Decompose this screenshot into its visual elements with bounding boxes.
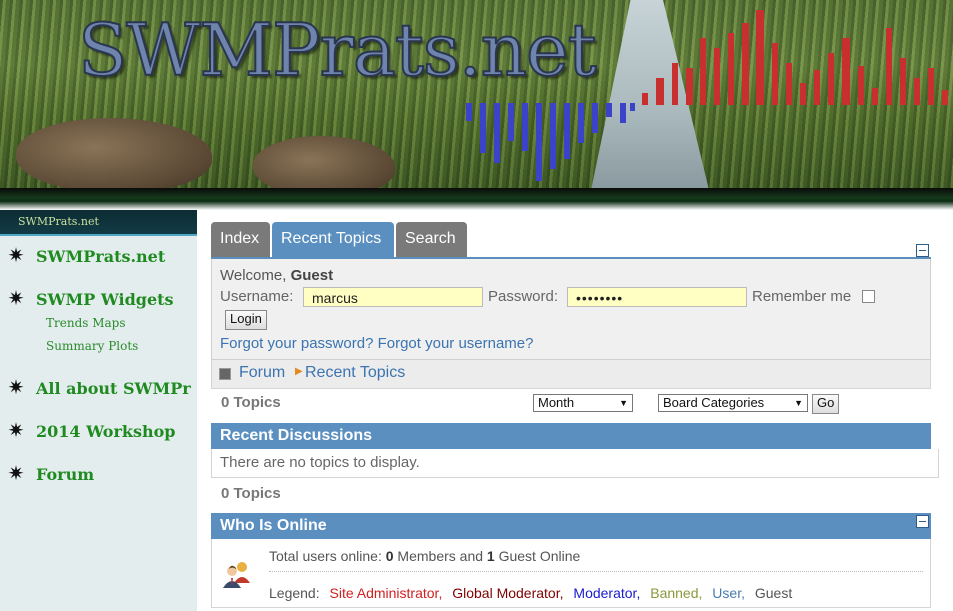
online-summary: Total users online: 0 Members and 1 Gues… bbox=[269, 548, 580, 564]
recent-discussions-header: Recent Discussions bbox=[211, 423, 931, 449]
go-button[interactable]: Go bbox=[812, 394, 840, 414]
star-burst-icon: ✷ bbox=[7, 377, 25, 399]
password-input[interactable]: •••••••• bbox=[567, 287, 747, 307]
sidebar: SWMPrats.net ✷ SWMPrats.net ✷ SWMP Widge… bbox=[0, 210, 197, 611]
online-guest-label: Guest Online bbox=[498, 548, 581, 564]
collapse-login-icon[interactable] bbox=[916, 244, 929, 257]
legend-guest: Guest bbox=[754, 585, 793, 601]
sidebar-item-all-about-swmpr[interactable]: ✷ All about SWMPr bbox=[6, 378, 191, 398]
banner-divider bbox=[0, 188, 953, 210]
sidebar-item-swmp-widgets[interactable]: ✷ SWMP Widgets bbox=[6, 289, 174, 309]
sidebar-item-swmprats[interactable]: ✷ SWMPrats.net bbox=[6, 245, 166, 267]
board-select[interactable]: Board Categories ▼ bbox=[658, 394, 808, 412]
who-is-online-header: Who Is Online bbox=[211, 513, 931, 539]
breadcrumb: Forum ▶ Recent Topics bbox=[211, 360, 931, 389]
username-input[interactable]: marcus bbox=[303, 287, 483, 307]
online-legend: Legend: Site Administrator, Global Moder… bbox=[269, 585, 798, 601]
star-burst-icon: ✷ bbox=[7, 245, 25, 267]
breadcrumb-arrow-icon: ▶ bbox=[295, 366, 303, 377]
breadcrumb-recent-topics[interactable]: Recent Topics bbox=[305, 364, 405, 382]
legend-global-moderator: Global Moderator, bbox=[452, 585, 564, 601]
online-total-prefix: Total users online: bbox=[269, 548, 382, 564]
remember-me-label: Remember me bbox=[752, 288, 852, 305]
sidebar-item-forum[interactable]: ✷ Forum bbox=[6, 463, 95, 485]
sidebar-header-title: SWMPrats.net bbox=[18, 215, 99, 228]
sidebar-sublink-trends-maps[interactable]: Trends Maps bbox=[46, 316, 126, 330]
login-panel: Welcome, Guest Username: marcus Password… bbox=[211, 259, 931, 360]
sidebar-item-label[interactable]: 2014 Workshop bbox=[36, 422, 175, 441]
sidebar-item-2014-workshop[interactable]: ✷ 2014 Workshop bbox=[6, 420, 176, 442]
online-divider bbox=[269, 571, 923, 572]
online-members-count: 0 bbox=[385, 548, 394, 564]
password-label: Password: bbox=[488, 288, 559, 305]
topic-count-top: 0 Topics bbox=[221, 394, 281, 411]
welcome-text: Welcome, Guest bbox=[220, 267, 333, 284]
collapse-online-icon[interactable] bbox=[916, 515, 929, 528]
sidebar-item-label[interactable]: SWMPrats.net bbox=[36, 247, 165, 266]
who-is-online-panel: Total users online: 0 Members and 1 Gues… bbox=[211, 539, 931, 608]
sidebar-sublink-summary-plots[interactable]: Summary Plots bbox=[46, 339, 138, 353]
legend-site-administrator: Site Administrator, bbox=[329, 585, 443, 601]
banner-bar-graphic bbox=[466, 10, 948, 181]
tab-search[interactable]: Search bbox=[396, 222, 467, 258]
login-button[interactable]: Login bbox=[225, 310, 267, 330]
remember-me-checkbox[interactable] bbox=[862, 290, 875, 303]
site-banner: SWMPrats.net bbox=[0, 0, 953, 188]
sidebar-item-label[interactable]: SWMP Widgets bbox=[36, 290, 174, 309]
welcome-user: Guest bbox=[290, 267, 334, 284]
forgot-links: Forgot your password? Forgot your userna… bbox=[220, 335, 534, 352]
star-burst-icon: ✷ bbox=[7, 463, 25, 485]
dropdown-arrow-icon: ▼ bbox=[794, 398, 803, 408]
breadcrumb-forum[interactable]: Forum bbox=[239, 364, 285, 382]
sidebar-item-label[interactable]: Forum bbox=[36, 465, 94, 484]
tab-recent-topics[interactable]: Recent Topics bbox=[272, 222, 394, 258]
forgot-password-link[interactable]: Forgot your password? bbox=[220, 335, 373, 352]
no-topics-message: There are no topics to display. bbox=[211, 449, 939, 478]
forum-square-icon bbox=[219, 368, 231, 380]
sidebar-header: SWMPrats.net bbox=[0, 210, 197, 236]
period-select[interactable]: Month ▼ bbox=[533, 394, 633, 412]
star-burst-icon: ✷ bbox=[7, 420, 25, 442]
board-select-value: Board Categories bbox=[663, 395, 765, 410]
topic-count-bottom: 0 Topics bbox=[221, 485, 281, 502]
welcome-prefix: Welcome, bbox=[220, 267, 287, 284]
forgot-username-link[interactable]: Forgot your username? bbox=[378, 335, 534, 352]
star-burst-icon: ✷ bbox=[7, 288, 25, 310]
legend-moderator: Moderator, bbox=[573, 585, 641, 601]
sidebar-item-label[interactable]: All about SWMPr bbox=[36, 379, 191, 398]
period-select-value: Month bbox=[538, 395, 575, 410]
tab-index[interactable]: Index bbox=[211, 222, 270, 258]
legend-label: Legend: bbox=[269, 585, 320, 601]
online-members-label: Members and bbox=[397, 548, 484, 564]
users-group-icon bbox=[223, 562, 250, 588]
username-label: Username: bbox=[220, 288, 294, 305]
legend-banned: Banned, bbox=[650, 585, 703, 601]
online-guest-count: 1 bbox=[486, 548, 495, 564]
dropdown-arrow-icon: ▼ bbox=[619, 398, 628, 408]
legend-user: User, bbox=[712, 585, 745, 601]
